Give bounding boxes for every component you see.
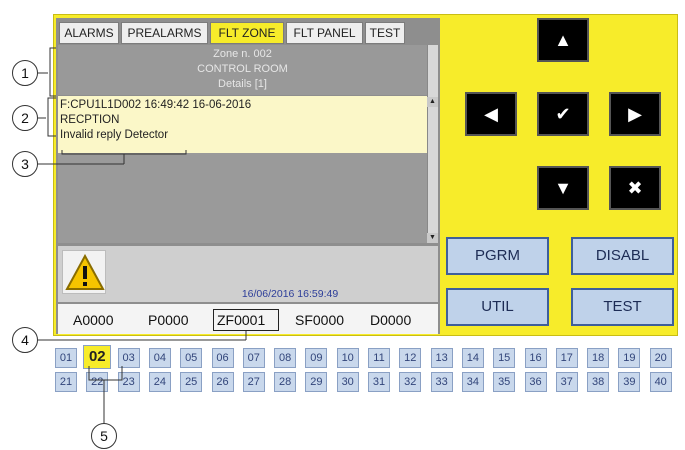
callout-1: 1 <box>12 60 38 86</box>
callout-3: 3 <box>12 151 38 177</box>
callout-5: 5 <box>91 423 117 449</box>
callout-4: 4 <box>12 327 38 353</box>
callout-2: 2 <box>12 105 38 131</box>
callout-lines <box>38 47 247 424</box>
